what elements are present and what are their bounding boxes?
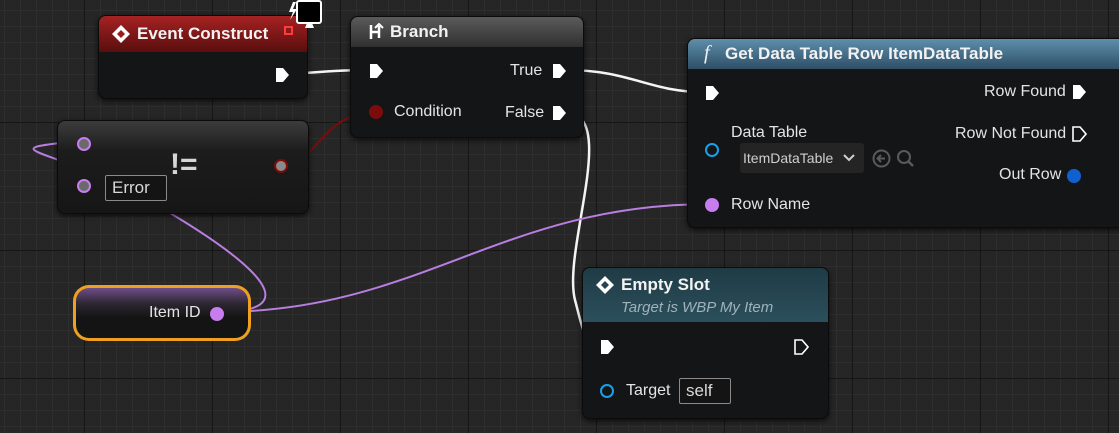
empty-slot-exec-in-pin[interactable] [600,339,615,355]
not-equal-input-b-pin[interactable] [77,179,91,193]
item-id-output-pin[interactable] [210,307,224,321]
get-data-table-row-title: Get Data Table Row ItemDataTable [725,44,1004,63]
exec-wire-true-getrow [565,68,704,94]
empty-slot-title: Empty Slot [621,275,710,294]
empty-slot-target-label: Target [626,382,671,399]
not-equal-input-a-pin[interactable] [77,137,91,151]
item-id-label: Item ID [149,304,201,321]
branch-exec-in-pin[interactable] [369,63,384,79]
get-row-exec-in-pin[interactable] [705,85,720,101]
event-construct-title: Event Construct [137,24,269,43]
get-row-row-name-label: Row Name [731,196,811,213]
event-construct-header: Event Construct [99,16,307,52]
not-equal-operator: != [170,148,198,181]
empty-slot-subtitle: Target is WBP My Item [621,299,774,316]
get-row-row-not-found-label: Row Not Found [955,125,1067,142]
branch-node[interactable]: Branch True Condition False [350,16,584,138]
get-row-out-row-label: Out Row [999,166,1062,183]
event-construct-node[interactable]: Event Construct [98,15,308,99]
get-row-out-row-pin[interactable] [1067,169,1081,183]
empty-slot-target-field[interactable]: self [679,378,731,404]
not-equal-value-field[interactable]: Error [105,175,167,201]
get-row-row-not-found-pin[interactable] [1072,126,1087,142]
get-row-row-found-pin[interactable] [1072,84,1087,100]
client-monitor-icon [289,0,322,28]
get-data-table-row-node[interactable]: f Get Data Table Row ItemDataTable Row F… [687,38,1119,228]
function-icon: f [704,42,710,64]
get-row-data-table-pin[interactable] [705,143,719,157]
event-diamond-icon [112,25,130,43]
branch-true-pin[interactable] [552,63,567,79]
not-equal-output-pin[interactable] [274,159,288,173]
empty-slot-node[interactable]: Empty Slot Target is WBP My Item Target … [582,267,829,419]
branch-header: Branch [351,17,583,47]
get-data-table-row-header: f Get Data Table Row ItemDataTable [688,39,1119,69]
empty-slot-exec-out-pin[interactable] [794,339,809,355]
get-row-data-table-label: Data Table [731,124,808,141]
not-equal-node[interactable]: Error != [57,120,309,214]
search-icon[interactable] [896,149,915,168]
item-id-variable-node[interactable]: Item ID [73,285,251,341]
chevron-down-icon [843,154,855,162]
browse-arrow-icon[interactable] [872,149,891,168]
get-row-row-found-label: Row Found [984,83,1066,100]
get-row-data-table-value: ItemDataTable [743,150,834,166]
branch-true-label: True [510,62,543,79]
empty-slot-header: Empty Slot Target is WBP My Item [583,268,828,322]
branch-icon [369,23,384,39]
branch-false-label: False [505,104,545,121]
get-row-data-table-dropdown[interactable]: ItemDataTable [740,143,864,173]
branch-condition-label: Condition [394,103,462,120]
branch-title: Branch [390,22,449,41]
event-diamond-icon [596,276,614,294]
item-id-variable-body: Item ID [76,288,248,338]
branch-condition-pin[interactable] [369,105,383,119]
get-row-row-name-pin[interactable] [705,198,719,212]
empty-slot-target-pin[interactable] [600,384,614,398]
branch-false-pin[interactable] [552,105,567,121]
exec-out-pin[interactable] [275,67,290,83]
